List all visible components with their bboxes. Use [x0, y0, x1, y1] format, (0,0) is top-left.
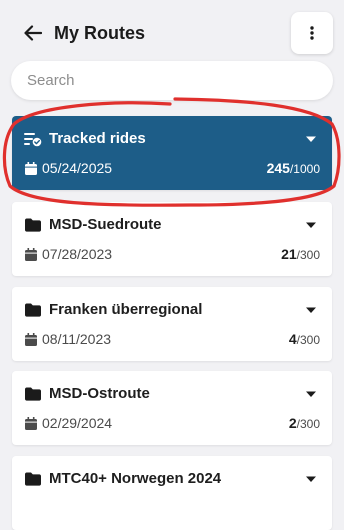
count-max: /1000	[289, 162, 320, 176]
count-value: 21	[281, 246, 297, 262]
route-card-msd-ostroute[interactable]: MSD-Ostroute 02/29/2024 2/300	[12, 371, 332, 445]
route-card-tracked-rides[interactable]: Tracked rides 05/24/2025 245/1000	[12, 116, 332, 190]
route-title: Franken überregional	[49, 301, 203, 318]
ride-count: 2/300	[289, 413, 320, 433]
search-bar	[11, 61, 333, 100]
card-title-row: Franken überregional	[24, 299, 202, 321]
card-date-row: 02/29/2024	[24, 413, 112, 433]
arrow-left-icon	[24, 25, 42, 41]
calendar-icon	[24, 247, 37, 261]
chevron-down-icon[interactable]	[304, 472, 318, 486]
chevron-down-icon[interactable]	[304, 303, 318, 317]
route-title: MTC40+ Norwegen 2024	[49, 470, 222, 487]
calendar-icon	[24, 161, 37, 175]
route-title: MSD-Ostroute	[49, 385, 150, 402]
count-value: 4	[288, 331, 297, 347]
card-date-row: 07/28/2023	[24, 244, 112, 264]
card-date-row: 08/11/2023	[24, 329, 111, 349]
ride-count: 245/1000	[267, 158, 320, 178]
route-date: 07/28/2023	[42, 246, 113, 262]
route-title: MSD-Suedroute	[49, 216, 162, 233]
calendar-icon	[24, 416, 37, 430]
folder-icon	[24, 216, 42, 234]
card-title-row: MTC40+ Norwegen 2024	[24, 468, 221, 490]
back-button[interactable]	[20, 20, 46, 46]
chevron-down-icon[interactable]	[304, 132, 318, 146]
tracked-rides-icon	[24, 130, 42, 148]
card-title-row: MSD-Suedroute	[24, 214, 162, 236]
folder-icon	[24, 470, 42, 488]
folder-icon	[24, 385, 42, 403]
count-value: 245	[266, 160, 290, 176]
search-input[interactable]	[27, 61, 317, 100]
route-card-mtc40-norwegen-2024[interactable]: MTC40+ Norwegen 2024	[12, 456, 332, 530]
card-title-row: MSD-Ostroute	[24, 383, 150, 405]
count-max: /300	[296, 248, 320, 262]
ride-count: 21/300	[281, 244, 320, 264]
route-title: Tracked rides	[49, 130, 146, 147]
ride-count: 4/300	[289, 329, 320, 349]
count-max: /300	[296, 417, 320, 431]
chevron-down-icon[interactable]	[304, 387, 318, 401]
card-date-row: 05/24/2025	[24, 158, 112, 178]
card-title-row: Tracked rides	[24, 128, 146, 150]
route-card-msd-suedroute[interactable]: MSD-Suedroute 07/28/2023 21/300	[12, 202, 332, 276]
calendar-icon	[24, 332, 37, 346]
route-date: 02/29/2024	[42, 415, 113, 431]
chevron-down-icon[interactable]	[304, 218, 318, 232]
folder-icon	[24, 301, 42, 319]
more-menu-button[interactable]	[291, 12, 333, 54]
route-date: 08/11/2023	[42, 331, 112, 347]
more-vertical-icon	[310, 26, 314, 40]
route-date: 05/24/2025	[42, 160, 113, 176]
count-max: /300	[296, 333, 320, 347]
count-value: 2	[288, 415, 297, 431]
route-card-franken-ueberregional[interactable]: Franken überregional 08/11/2023 4/300	[12, 287, 332, 361]
page-title: My Routes	[54, 23, 146, 43]
app-header: My Routes	[0, 0, 344, 62]
